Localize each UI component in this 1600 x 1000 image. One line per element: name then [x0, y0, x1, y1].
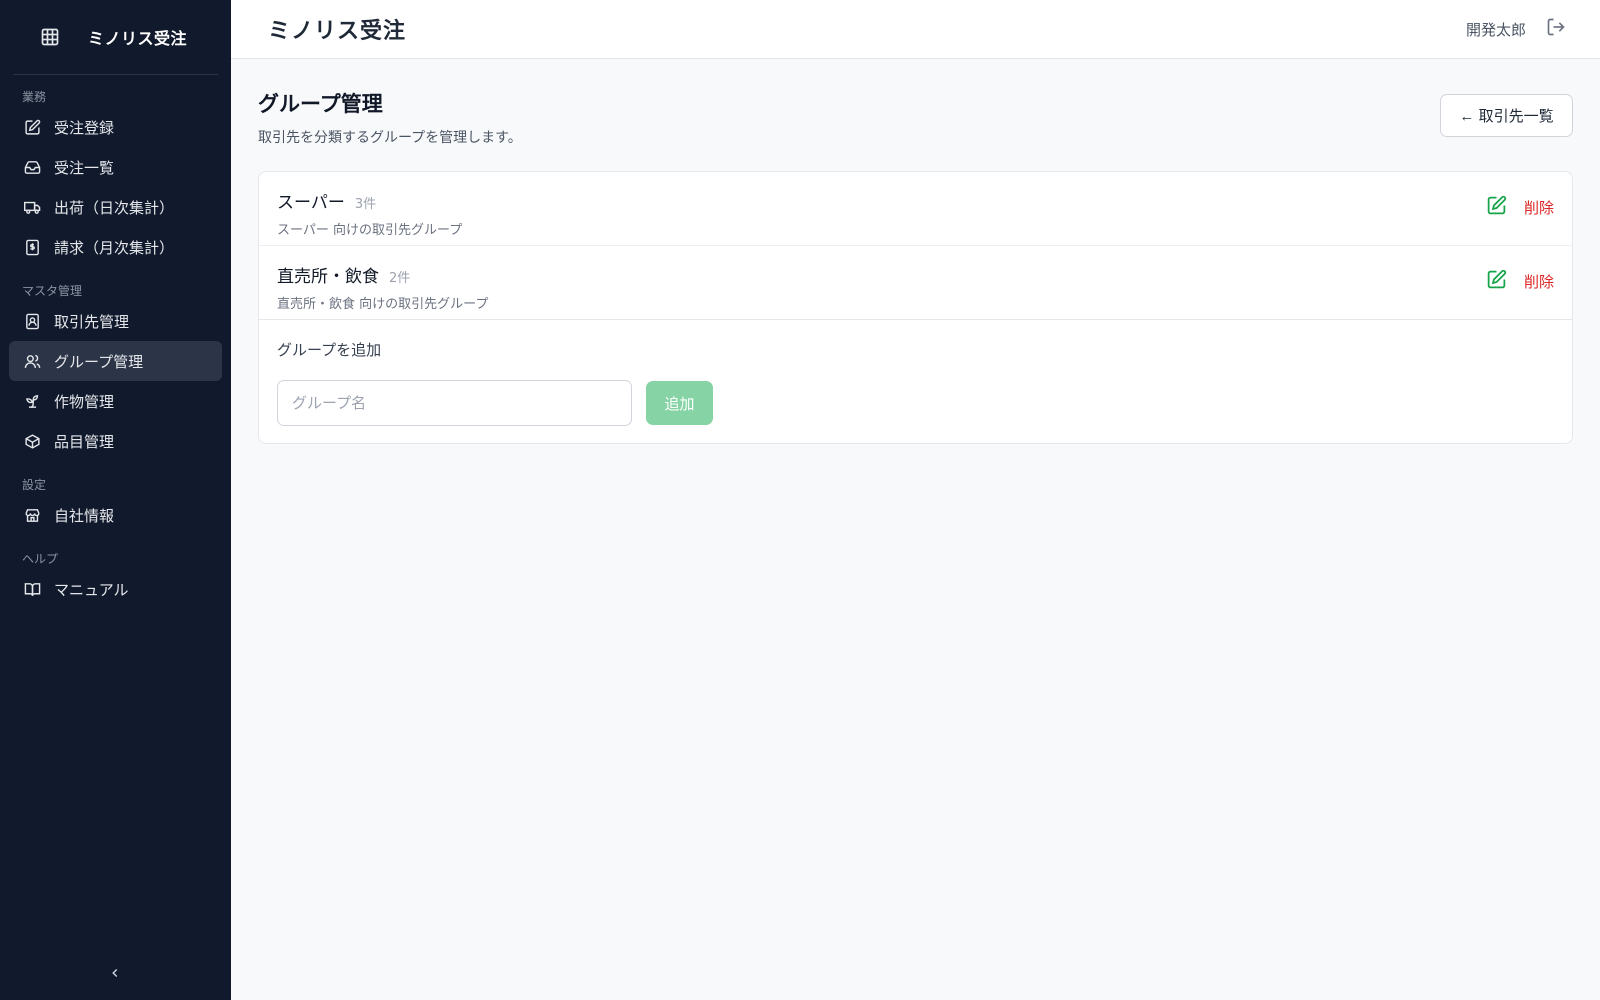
sidebar-item-company-info[interactable]: 自社情報 [9, 495, 222, 535]
sidebar-item-label: グループ管理 [54, 352, 144, 371]
sidebar-item-label: 取引先管理 [54, 312, 130, 331]
sidebar-item-label: 作物管理 [54, 392, 115, 411]
delete-button[interactable]: 削除 [1524, 197, 1554, 218]
sidebar-item-manual[interactable]: マニュアル [9, 569, 222, 609]
brand: ミノリス受注 [13, 0, 218, 75]
sidebar-item-billing[interactable]: 請求（月次集計） [9, 227, 222, 267]
group-count: 3件 [354, 197, 377, 212]
group-name-input[interactable] [277, 380, 632, 426]
group-description: スーパー 向けの取引先グループ [277, 223, 463, 238]
group-description: 直売所・飲食 向けの取引先グループ [277, 297, 489, 312]
edit-icon [1486, 195, 1507, 220]
groups-card: スーパー 3件 スーパー 向けの取引先グループ 削除 直売所・飲食 2件 直売所… [258, 171, 1573, 444]
section-label-business: 業務 [22, 90, 47, 104]
sidebar-item-customers[interactable]: 取引先管理 [9, 301, 222, 341]
section-label-help: ヘルプ [22, 552, 59, 566]
contact-icon [23, 312, 41, 330]
header-title: ミノリス受注 [268, 19, 407, 44]
sidebar-item-crops[interactable]: 作物管理 [9, 381, 222, 421]
user-name: 開発太郎 [1465, 20, 1526, 39]
row-actions: 削除 [1486, 195, 1554, 220]
sidebar: ミノリス受注 業務 受注登録 受注一覧 出荷（日次集計） 請求（月次集計） マス… [0, 0, 231, 1000]
group-count: 2件 [389, 271, 411, 286]
top-header: ミノリス受注 開発太郎 [231, 0, 1600, 59]
brand-title: ミノリス受注 [88, 29, 188, 48]
header-user-area: 開発太郎 [1466, 17, 1568, 41]
add-group-section: グループを追加 追加 [259, 320, 1572, 426]
sidebar-item-label: 受注登録 [54, 118, 115, 137]
sidebar-item-label: 請求（月次集計） [54, 238, 175, 257]
sidebar-item-label: マニュアル [54, 580, 129, 599]
logout-icon [1546, 17, 1566, 41]
sidebar-item-order-list[interactable]: 受注一覧 [9, 147, 222, 187]
section-label-master: マスタ管理 [22, 284, 83, 298]
add-group-button[interactable]: 追加 [646, 381, 713, 425]
chevron-left-icon [108, 965, 122, 984]
sidebar-item-label: 出荷（日次集計） [54, 198, 175, 217]
users-icon [23, 352, 41, 370]
add-group-label: グループを追加 [277, 341, 382, 359]
sidebar-item-groups[interactable]: グループ管理 [9, 341, 222, 381]
grid-icon[interactable] [38, 25, 62, 49]
receipt-icon [23, 238, 41, 256]
edit-icon [23, 118, 41, 136]
edit-icon [1486, 269, 1507, 294]
sprout-icon [23, 392, 41, 410]
group-name: 直売所・飲食 [277, 267, 379, 287]
list-item: スーパー 3件 スーパー 向けの取引先グループ 削除 [259, 172, 1572, 246]
sidebar-item-label: 自社情報 [54, 506, 115, 525]
add-group-form: 追加 [277, 380, 1572, 426]
store-icon [23, 506, 41, 524]
inbox-icon [23, 158, 41, 176]
row-actions: 削除 [1486, 269, 1554, 294]
package-icon [23, 432, 41, 450]
page-subtitle: 取引先を分類するグループを管理します。 [258, 130, 522, 146]
edit-button[interactable] [1486, 195, 1508, 220]
delete-button[interactable]: 削除 [1524, 271, 1554, 292]
page-head: グループ管理 取引先を分類するグループを管理します。 [258, 88, 522, 147]
page-title: グループ管理 [258, 92, 383, 116]
back-to-customers-button[interactable]: ← 取引先一覧 [1440, 94, 1573, 137]
main-content: グループ管理 取引先を分類するグループを管理します。 ← 取引先一覧 スーパー … [231, 59, 1600, 1000]
sidebar-item-order-entry[interactable]: 受注登録 [9, 107, 222, 147]
book-icon [23, 580, 41, 598]
sidebar-item-label: 品目管理 [54, 432, 115, 451]
section-label-settings: 設定 [22, 478, 47, 492]
group-name: スーパー [277, 193, 345, 213]
sidebar-item-label: 受注一覧 [54, 158, 115, 177]
edit-button[interactable] [1486, 269, 1508, 294]
truck-icon [23, 198, 41, 216]
logout-button[interactable] [1544, 17, 1568, 41]
sidebar-item-shipping[interactable]: 出荷（日次集計） [9, 187, 222, 227]
list-item: 直売所・飲食 2件 直売所・飲食 向けの取引先グループ 削除 [259, 246, 1572, 320]
sidebar-item-products[interactable]: 品目管理 [9, 421, 222, 461]
collapse-sidebar-button[interactable] [105, 964, 125, 984]
